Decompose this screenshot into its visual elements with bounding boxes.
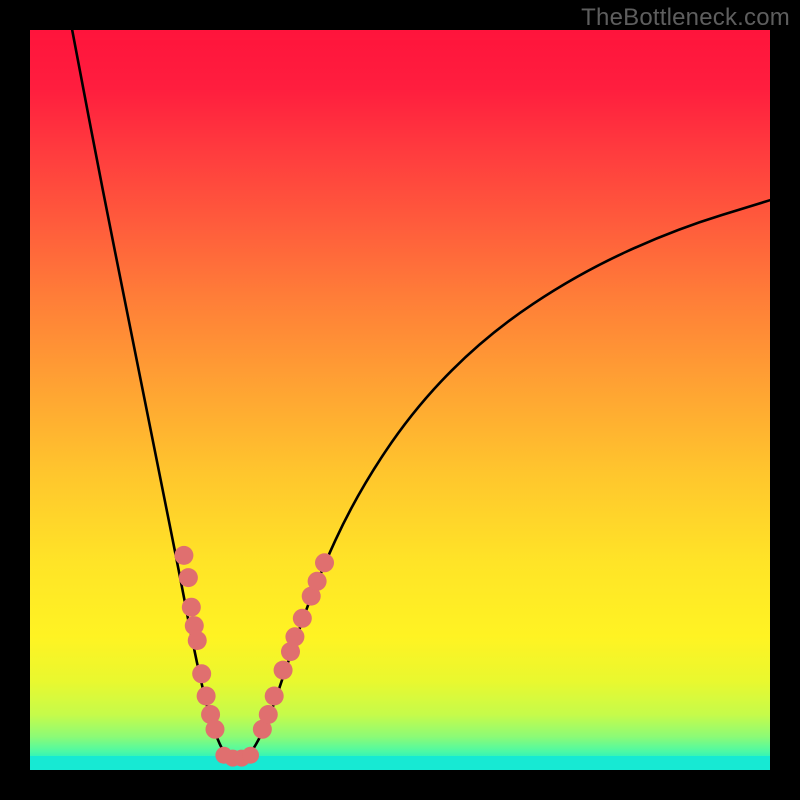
data-dot <box>308 572 327 591</box>
data-dot <box>174 546 193 565</box>
data-dots-group <box>174 546 334 767</box>
data-dot <box>179 568 198 587</box>
data-dot <box>285 627 304 646</box>
watermark-text: TheBottleneck.com <box>581 4 790 32</box>
bottleneck-curve-svg <box>30 30 770 770</box>
data-dot <box>192 664 211 683</box>
chart-frame: TheBottleneck.com <box>0 0 800 800</box>
data-dot <box>259 705 278 724</box>
data-dot <box>197 687 216 706</box>
data-dot <box>188 631 207 650</box>
data-dot <box>242 747 259 764</box>
data-dot <box>315 553 334 572</box>
data-dot <box>274 661 293 680</box>
bottleneck-curve-line <box>72 30 770 763</box>
data-dot <box>293 609 312 628</box>
data-dot <box>182 598 201 617</box>
data-dot <box>206 720 225 739</box>
data-dot <box>265 687 284 706</box>
